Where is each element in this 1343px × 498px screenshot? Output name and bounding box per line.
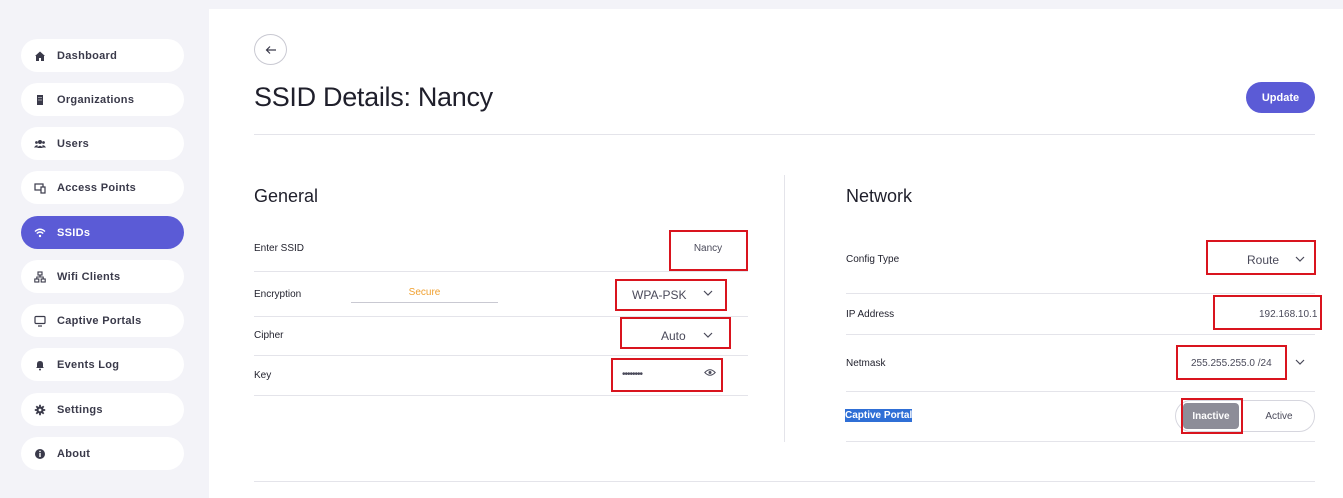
building-icon — [33, 93, 47, 107]
encryption-label: Encryption — [254, 289, 302, 300]
captive-portal-label: Captive Portal — [845, 409, 913, 422]
divider — [254, 134, 1315, 135]
highlight-box — [611, 358, 723, 392]
wifi-icon — [33, 226, 47, 240]
cipher-label: Cipher — [254, 330, 284, 341]
divider — [254, 481, 1315, 482]
users-icon — [33, 137, 47, 151]
encryption-strength-indicator: Secure — [351, 287, 498, 303]
sidebar-item-settings[interactable]: Settings — [21, 393, 184, 426]
row-divider — [254, 395, 748, 396]
arrow-left-icon — [265, 45, 277, 55]
general-section-title: General — [254, 186, 319, 206]
captive-portal-active-option[interactable]: Active — [1253, 403, 1305, 429]
top-bar — [209, 0, 1343, 9]
page-title: SSID Details: Nancy — [254, 82, 493, 112]
sidebar-item-ssids[interactable]: SSIDs — [21, 216, 184, 249]
highlight-box — [1213, 295, 1322, 330]
sidebar-item-label: SSIDs — [57, 226, 91, 239]
sidebar-item-events-log[interactable]: Events Log — [21, 348, 184, 381]
netmask-label: Netmask — [846, 358, 886, 369]
sidebar-item-label: Access Points — [57, 181, 137, 194]
gear-icon — [33, 403, 47, 417]
home-icon — [33, 49, 47, 63]
sidebar-item-captive-portals[interactable]: Captive Portals — [21, 304, 184, 337]
highlight-box — [669, 230, 748, 271]
sidebar-item-dashboard[interactable]: Dashboard — [21, 39, 184, 72]
ssid-label: Enter SSID — [254, 243, 305, 254]
info-icon — [33, 447, 47, 461]
key-label: Key — [254, 370, 272, 381]
monitor-icon — [33, 314, 47, 328]
sidebar-item-access-points[interactable]: Access Points — [21, 171, 184, 204]
sidebar-item-about[interactable]: About — [21, 437, 184, 470]
row-divider — [254, 355, 748, 356]
highlight-box — [1176, 345, 1287, 380]
sidebar-item-label: Users — [57, 137, 90, 150]
sidebar-item-organizations[interactable]: Organizations — [21, 83, 184, 116]
chevron-down-icon[interactable] — [1295, 359, 1305, 365]
highlight-box — [1181, 398, 1243, 434]
sidebar-item-label: Organizations — [57, 93, 135, 106]
access-point-icon — [33, 181, 47, 195]
back-button[interactable] — [254, 34, 287, 65]
highlight-box — [615, 279, 727, 311]
row-divider — [254, 271, 748, 272]
column-divider — [784, 175, 785, 442]
update-button[interactable]: Update — [1246, 82, 1315, 113]
config-type-label: Config Type — [846, 254, 900, 265]
highlight-box — [1206, 240, 1316, 275]
sidebar-item-label: Captive Portals — [57, 314, 142, 327]
ip-address-label: IP Address — [846, 309, 895, 320]
bell-icon — [33, 358, 47, 372]
sidebar-item-label: Settings — [57, 403, 103, 416]
sidebar-item-users[interactable]: Users — [21, 127, 184, 160]
sidebar-item-label: Dashboard — [57, 49, 118, 62]
sidebar-item-label: Wifi Clients — [57, 270, 121, 283]
row-divider — [846, 293, 1315, 294]
row-divider — [846, 441, 1315, 442]
sidebar-item-wifi-clients[interactable]: Wifi Clients — [21, 260, 184, 293]
network-icon — [33, 270, 47, 284]
network-section-title: Network — [846, 186, 913, 206]
row-divider — [846, 391, 1315, 392]
sidebar-item-label: Events Log — [57, 358, 120, 371]
row-divider — [846, 334, 1315, 335]
highlight-box — [620, 317, 731, 349]
sidebar-item-label: About — [57, 447, 91, 460]
